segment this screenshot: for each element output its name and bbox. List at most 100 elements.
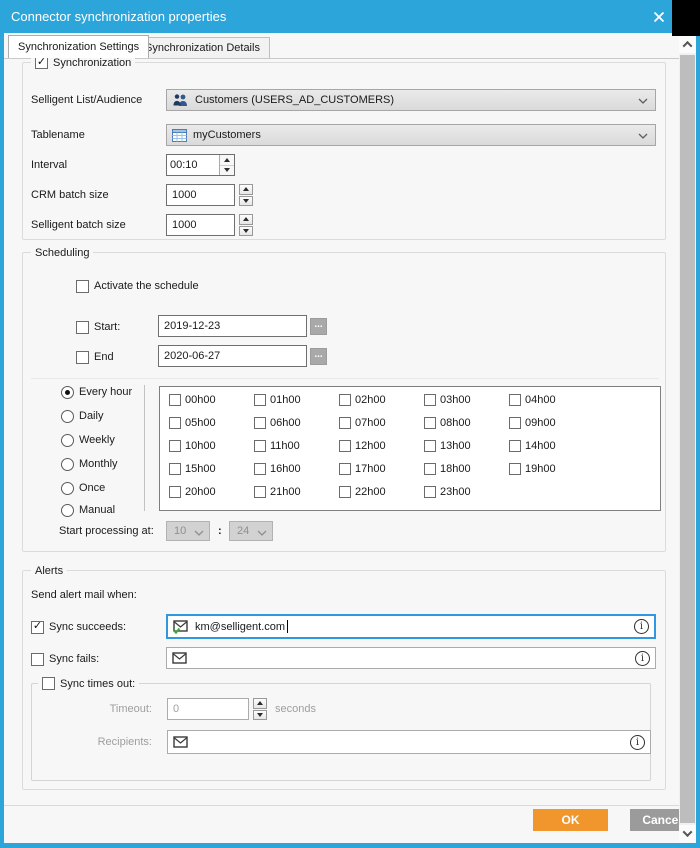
hour-option-20h00[interactable]: 20h00 [169, 484, 216, 499]
hour-option-14h00[interactable]: 14h00 [509, 438, 556, 453]
spin-up-icon[interactable] [253, 698, 267, 709]
hour-option-16h00[interactable]: 16h00 [254, 461, 301, 476]
hour-option-18h00[interactable]: 18h00 [424, 461, 471, 476]
hour-checkbox[interactable] [424, 463, 436, 475]
spin-up-icon[interactable] [239, 184, 253, 195]
hour-option-23h00[interactable]: 23h00 [424, 484, 471, 499]
sync-fails-checkbox[interactable] [31, 653, 44, 666]
hour-option-05h00[interactable]: 05h00 [169, 415, 216, 430]
end-date-field[interactable]: 2020-06-27 [158, 345, 307, 367]
sync-succeeds-recipients-field[interactable]: km@selligent.com i [166, 614, 656, 639]
spin-down-icon[interactable] [253, 710, 267, 721]
scrollbar[interactable] [679, 36, 696, 842]
crm-batch-field[interactable]: 1000 [166, 184, 235, 206]
scroll-down-button[interactable] [679, 825, 696, 842]
hour-option-06h00[interactable]: 06h00 [254, 415, 301, 430]
interval-spinner[interactable]: 00:10 [166, 154, 235, 176]
spin-up-icon[interactable] [220, 155, 234, 165]
hour-option-22h00[interactable]: 22h00 [339, 484, 386, 499]
hour-option-04h00[interactable]: 04h00 [509, 392, 556, 407]
hour-checkbox[interactable] [424, 394, 436, 406]
hour-option-21h00[interactable]: 21h00 [254, 484, 301, 499]
start-date-browse-button[interactable]: ... [310, 318, 327, 335]
selligent-batch-field[interactable]: 1000 [166, 214, 235, 236]
radio-icon[interactable] [61, 458, 74, 471]
hour-checkbox[interactable] [169, 394, 181, 406]
hour-option-08h00[interactable]: 08h00 [424, 415, 471, 430]
spin-up-icon[interactable] [239, 214, 253, 225]
spin-down-icon[interactable] [239, 196, 253, 207]
spin-down-icon[interactable] [220, 165, 234, 176]
hour-checkbox[interactable] [509, 463, 521, 475]
hour-checkbox[interactable] [254, 463, 266, 475]
hour-checkbox[interactable] [339, 417, 351, 429]
hour-option-00h00[interactable]: 00h00 [169, 392, 216, 407]
sync-succeeds-checkbox[interactable] [31, 621, 44, 634]
spin-down-icon[interactable] [239, 226, 253, 237]
timeout-recipients-field[interactable]: i [167, 730, 651, 754]
hour-checkbox[interactable] [509, 394, 521, 406]
end-date-browse-button[interactable]: ... [310, 348, 327, 365]
tablename-dropdown[interactable]: myCustomers [166, 124, 656, 146]
end-checkbox[interactable] [76, 351, 89, 364]
hour-checkbox[interactable] [254, 417, 266, 429]
hour-option-07h00[interactable]: 07h00 [339, 415, 386, 430]
hour-checkbox[interactable] [509, 417, 521, 429]
scroll-up-button[interactable] [679, 36, 696, 53]
hour-option-17h00[interactable]: 17h00 [339, 461, 386, 476]
end-date-option[interactable]: End [76, 349, 114, 365]
hour-checkbox[interactable] [254, 394, 266, 406]
hour-option-10h00[interactable]: 10h00 [169, 438, 216, 453]
timeout-field[interactable]: 0 [167, 698, 249, 720]
hour-checkbox[interactable] [169, 463, 181, 475]
activate-schedule-option[interactable]: Activate the schedule [76, 278, 199, 294]
list-audience-dropdown[interactable]: Customers (USERS_AD_CUSTOMERS) [166, 89, 656, 111]
sync-times-out-checkbox[interactable] [42, 677, 55, 690]
hour-checkbox[interactable] [169, 486, 181, 498]
tab-synchronization-settings[interactable]: Synchronization Settings [8, 35, 149, 58]
close-button[interactable] [646, 0, 672, 33]
radio-icon[interactable] [61, 482, 74, 495]
start-processing-minute-dropdown[interactable]: 24 [229, 521, 273, 541]
hour-checkbox[interactable] [424, 440, 436, 452]
frequency-radio-manual[interactable]: Manual [61, 502, 115, 518]
hour-checkbox[interactable] [169, 440, 181, 452]
sync-fails-recipients-field[interactable]: i [166, 647, 656, 669]
hour-option-09h00[interactable]: 09h00 [509, 415, 556, 430]
activate-schedule-checkbox[interactable] [76, 280, 89, 293]
hour-option-12h00[interactable]: 12h00 [339, 438, 386, 453]
hour-checkbox[interactable] [424, 417, 436, 429]
hour-checkbox[interactable] [424, 486, 436, 498]
hour-checkbox[interactable] [254, 486, 266, 498]
start-checkbox[interactable] [76, 321, 89, 334]
hour-option-19h00[interactable]: 19h00 [509, 461, 556, 476]
radio-icon[interactable] [61, 504, 74, 517]
sync-fails-option[interactable]: Sync fails: [31, 651, 99, 667]
hour-checkbox[interactable] [509, 440, 521, 452]
info-icon[interactable]: i [635, 651, 650, 666]
tab-synchronization-details[interactable]: Synchronization Details [135, 37, 270, 58]
hour-option-15h00[interactable]: 15h00 [169, 461, 216, 476]
frequency-radio-daily[interactable]: Daily [61, 408, 103, 424]
frequency-radio-once[interactable]: Once [61, 480, 105, 496]
info-icon[interactable]: i [630, 735, 645, 750]
frequency-radio-monthly[interactable]: Monthly [61, 456, 118, 472]
sync-succeeds-option[interactable]: Sync succeeds: [31, 619, 126, 635]
hour-option-02h00[interactable]: 02h00 [339, 392, 386, 407]
ok-button[interactable]: OK [533, 809, 608, 831]
hour-checkbox[interactable] [339, 463, 351, 475]
info-icon[interactable]: i [634, 619, 649, 634]
hour-checkbox[interactable] [339, 486, 351, 498]
hour-option-01h00[interactable]: 01h00 [254, 392, 301, 407]
hour-option-13h00[interactable]: 13h00 [424, 438, 471, 453]
hour-checkbox[interactable] [169, 417, 181, 429]
scrollbar-thumb[interactable] [680, 55, 695, 823]
hour-option-11h00[interactable]: 11h00 [254, 438, 300, 453]
hour-option-03h00[interactable]: 03h00 [424, 392, 471, 407]
start-date-option[interactable]: Start: [76, 319, 120, 335]
radio-icon[interactable] [61, 410, 74, 423]
hour-checkbox[interactable] [254, 440, 266, 452]
start-processing-hour-dropdown[interactable]: 10 [166, 521, 210, 541]
hour-checkbox[interactable] [339, 394, 351, 406]
frequency-radio-every-hour[interactable]: Every hour [61, 384, 132, 400]
